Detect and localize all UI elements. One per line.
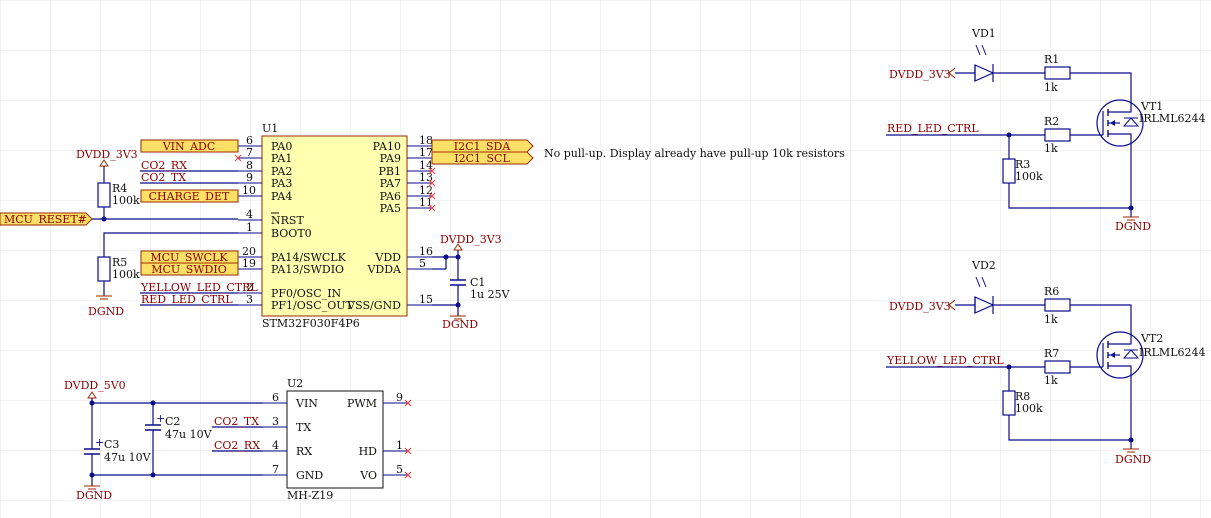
- u1-pin-num: 1: [246, 221, 253, 234]
- svg-text:R7: R7: [1044, 347, 1059, 360]
- svg-text:I2C1_SCL: I2C1_SCL: [454, 152, 510, 165]
- svg-text:IRLML6244: IRLML6244: [1139, 346, 1206, 359]
- u1-part: STM32F030F4P6: [262, 317, 360, 330]
- svg-text:VIN_ADC: VIN_ADC: [162, 140, 216, 153]
- svg-text:DGND: DGND: [88, 305, 124, 318]
- port-vin-adc[interactable]: VIN_ADC: [140, 139, 239, 153]
- svg-text:DVDD_3V3: DVDD_3V3: [440, 233, 502, 246]
- u1-pin-name: PA7: [380, 177, 401, 190]
- svg-text:100k: 100k: [112, 194, 140, 207]
- port-mcu-reset[interactable]: MCU_RESET#: [0, 212, 93, 226]
- u1-pin-num: 15: [419, 293, 433, 306]
- svg-text:IRLML6244: IRLML6244: [1139, 112, 1206, 125]
- svg-text:R1: R1: [1044, 53, 1059, 66]
- u1-pin-name: BOOT0: [271, 227, 312, 240]
- i2c-note: No pull-up. Display already have pull-up…: [544, 147, 845, 160]
- u1-pin-num: 4: [246, 208, 253, 221]
- port-mcu-swdio[interactable]: MCU_SWDIO: [140, 262, 239, 276]
- svg-text:CHARGE_DET: CHARGE_DET: [149, 190, 230, 203]
- net-label-red-led-ctrl: RED_LED_CTRL: [141, 293, 233, 306]
- svg-text:7: 7: [272, 463, 279, 476]
- u1-pin-name: PA1: [271, 152, 292, 165]
- svg-text:DGND: DGND: [76, 489, 112, 502]
- svg-text:U2: U2: [287, 377, 303, 390]
- svg-text:+: +: [156, 412, 165, 425]
- u1-pin-num: 17: [419, 146, 433, 159]
- svg-text:VT2: VT2: [1140, 332, 1163, 345]
- svg-text:DVDD_3V3: DVDD_3V3: [76, 148, 138, 161]
- svg-text:MH-Z19: MH-Z19: [287, 489, 333, 502]
- svg-text:1: 1: [396, 439, 403, 452]
- svg-text:3: 3: [272, 415, 279, 428]
- svg-text:1k: 1k: [1044, 313, 1058, 326]
- u1-pin-num: 7: [246, 146, 253, 159]
- svg-text:6: 6: [272, 391, 279, 404]
- svg-text:1u 25V: 1u 25V: [470, 288, 511, 301]
- svg-text:TX: TX: [296, 421, 311, 434]
- u1-pin-num: 10: [242, 184, 256, 197]
- svg-text:9: 9: [396, 391, 403, 404]
- svg-text:GND: GND: [296, 469, 323, 482]
- svg-text:PWM: PWM: [347, 397, 377, 410]
- u1-pin-name: PA9: [380, 152, 401, 165]
- u1-pin-name: NRST: [271, 214, 304, 227]
- svg-text:VO: VO: [359, 469, 377, 482]
- dgnd-symbol-vt1: DGND: [1115, 216, 1151, 233]
- svg-text:100k: 100k: [1015, 402, 1043, 415]
- dvdd-3v3-flag-yellow: DVDD_3V3: [889, 299, 956, 313]
- svg-text:1k: 1k: [1044, 81, 1058, 94]
- dgnd-symbol-u2: DGND: [76, 485, 112, 502]
- svg-text:MCU_RESET#: MCU_RESET#: [4, 213, 87, 226]
- net-label-co2-tx-u2: CO2_TX: [214, 415, 259, 428]
- svg-text:1k: 1k: [1044, 374, 1058, 387]
- svg-text:5: 5: [396, 463, 403, 476]
- u1-pin-num: 19: [242, 257, 256, 270]
- net-label-co2-rx-u2: CO2_RX: [214, 439, 260, 452]
- u1-pin-name: VSS/GND: [346, 299, 401, 312]
- u1-pin-name: PF1/OSC_OUT: [271, 299, 353, 312]
- dgnd-symbol-u1: DGND: [442, 315, 478, 331]
- svg-text:C3: C3: [104, 438, 119, 451]
- svg-text:VD1: VD1: [971, 27, 996, 40]
- schematic-sheet: U1 STM32F030F4P6 6 7 8 9 10 4 1 20 19 2 …: [0, 0, 1211, 518]
- svg-text:47u 10V: 47u 10V: [104, 451, 152, 464]
- svg-text:R2: R2: [1044, 115, 1059, 128]
- u1-pin-name: VDDA: [366, 263, 402, 276]
- net-label-red-led-ctrl-driver: RED_LED_CTRL: [887, 122, 979, 135]
- port-charge-det[interactable]: CHARGE_DET: [140, 189, 239, 203]
- svg-text:1k: 1k: [1044, 142, 1058, 155]
- u1-pin-name: PA3: [271, 177, 292, 190]
- svg-text:RX: RX: [296, 445, 312, 458]
- u1-pin-num: 5: [419, 257, 426, 270]
- u1-pin-name: PA5: [380, 202, 401, 215]
- dvdd-3v3-flag-red: DVDD_3V3: [889, 67, 956, 81]
- svg-text:DGND: DGND: [1115, 220, 1151, 233]
- u1-pin-num: 3: [246, 293, 253, 306]
- net-label-co2-tx: CO2_TX: [141, 171, 186, 184]
- u1-pin-name: PA13/SWDIO: [271, 263, 344, 276]
- u1-mcu[interactable]: U1 STM32F030F4P6 6 7 8 9 10 4 1 20 19 2 …: [238, 122, 433, 330]
- svg-text:VD2: VD2: [971, 259, 996, 272]
- svg-text:100k: 100k: [112, 268, 140, 281]
- svg-text:C2: C2: [165, 415, 180, 428]
- svg-text:HD: HD: [359, 445, 378, 458]
- svg-text:VIN: VIN: [295, 397, 318, 410]
- svg-text:100k: 100k: [1015, 170, 1043, 183]
- svg-text:47u 10V: 47u 10V: [165, 428, 213, 441]
- net-label-yellow-led-ctrl-driver: YELLOW_LED_CTRL: [886, 354, 1004, 367]
- svg-text:DVDD_3V3: DVDD_3V3: [889, 68, 951, 81]
- svg-text:R6: R6: [1044, 285, 1059, 298]
- svg-text:MCU_SWDIO: MCU_SWDIO: [151, 263, 226, 276]
- svg-text:4: 4: [272, 439, 279, 452]
- u1-pin-num: 9: [246, 171, 253, 184]
- port-i2c1-scl[interactable]: I2C1_SCL: [431, 151, 534, 165]
- svg-text:+: +: [95, 436, 104, 449]
- svg-text:DVDD_3V3: DVDD_3V3: [889, 300, 951, 313]
- u1-ref: U1: [262, 122, 278, 135]
- svg-text:DGND: DGND: [442, 318, 478, 331]
- svg-text:DVDD_5V0: DVDD_5V0: [64, 379, 126, 392]
- svg-text:DGND: DGND: [1115, 453, 1151, 466]
- u1-pin-name: PA4: [271, 190, 292, 203]
